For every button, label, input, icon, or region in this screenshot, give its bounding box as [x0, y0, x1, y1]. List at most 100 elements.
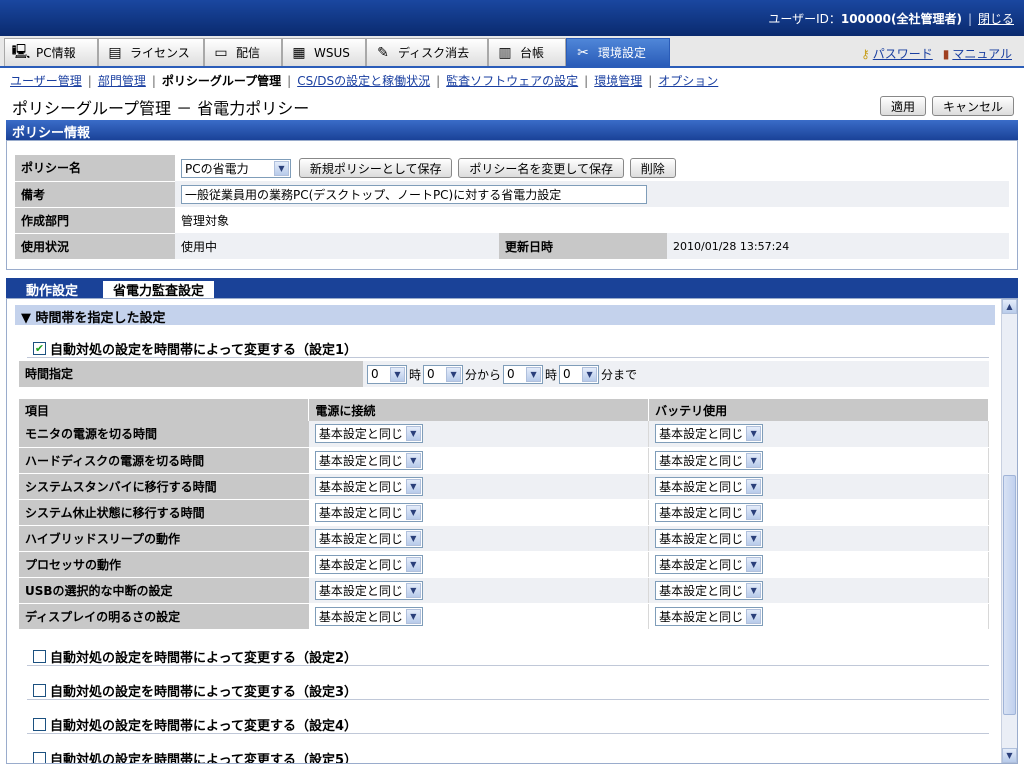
save-as-new-policy-button[interactable]: 新規ポリシーとして保存: [298, 158, 453, 178]
tab-wsus[interactable]: ▦ WSUS: [282, 38, 366, 66]
ac-power-select[interactable]: 基本設定と同じ ▼: [314, 606, 423, 626]
tab-label: WSUS: [314, 45, 350, 60]
apply-button[interactable]: 適用: [879, 96, 926, 116]
user-id-value: 100000(全社管理者): [840, 12, 962, 26]
power-settings-table: 項目 電源に接続 バッテリ使用 モニタの電源を切る時間 基本設定と同じ ▼ 基本設定と…: [19, 399, 989, 630]
time-spec-controls: 0 ▼ 時 0 ▼ 分から 0 ▼ 時 0 ▼ 分まで: [363, 361, 989, 387]
subnav-audit-software[interactable]: 監査ソフトウェアの設定: [446, 74, 578, 88]
scrollbar-thumb[interactable]: [1003, 475, 1016, 715]
ac-power-select[interactable]: 基本設定と同じ ▼: [314, 450, 423, 470]
battery-select[interactable]: 基本設定と同じ ▼: [655, 606, 764, 626]
ac-power-select[interactable]: 基本設定と同じ ▼: [314, 502, 423, 522]
policy-info-box: ポリシー名 PCの省電力 ▼ 新規ポリシーとして保存 ポリシー名を変更して保存 削…: [6, 140, 1018, 270]
ac-power-select[interactable]: 基本設定と同じ ▼: [314, 476, 423, 496]
setting5-checkbox-line[interactable]: 自動対処の設定を時間帯によって変更する（設定5）: [33, 749, 358, 764]
start-minute-select[interactable]: 0 ▼: [423, 364, 464, 384]
table-row: モニタの電源を切る時間 基本設定と同じ ▼ 基本設定と同じ ▼: [19, 421, 989, 448]
subnav-user-management[interactable]: ユーザー管理: [10, 74, 82, 88]
chevron-down-icon: ▼: [390, 366, 405, 382]
setting4-checkbox-line[interactable]: 自動対処の設定を時間帯によって変更する（設定4）: [33, 715, 357, 734]
updated-label: 更新日時: [499, 233, 667, 259]
chevron-down-icon: ▼: [274, 160, 289, 176]
right-links: ⚷ パスワード ▮ マニュアル: [861, 45, 1012, 62]
row-item-label: ハイブリッドスリープの動作: [19, 525, 309, 552]
note-row: 備考 一般従業員用の業務PC(デスクトップ、ノートPC)に対する省電力設定: [15, 181, 1009, 208]
delete-button[interactable]: 削除: [629, 158, 676, 178]
hour-unit-label: 時: [545, 367, 558, 382]
license-icon: ▤: [108, 44, 122, 61]
tab-license[interactable]: ▤ ライセンス: [98, 38, 204, 66]
ac-power-cell: 基本設定と同じ ▼: [308, 551, 650, 578]
battery-select[interactable]: 基本設定と同じ ▼: [655, 502, 764, 522]
setting5-label: 自動対処の設定を時間帯によって変更する（設定5）: [50, 753, 358, 764]
sub-navigation: ユーザー管理 | 部門管理 | ポリシーグループ管理 | CS/DSの設定と稼働状況 | 監査ソ…: [10, 72, 718, 88]
row-item-label: システム休止状態に移行する時間: [19, 499, 309, 526]
policy-name-select[interactable]: PCの省電力 ▼: [181, 158, 291, 178]
col-battery: バッテリ使用: [648, 399, 989, 421]
rename-save-button[interactable]: ポリシー名を変更して保存: [458, 158, 624, 178]
settings-panel: ▼ 時間帯を指定した設定 ✔ 自動対処の設定を時間帯によって変更する（設定1） 時…: [6, 298, 1018, 764]
col-item: 項目: [19, 399, 310, 421]
note-input[interactable]: 一般従業員用の業務PC(デスクトップ、ノートPC)に対する省電力設定: [181, 184, 647, 204]
start-hour-select[interactable]: 0 ▼: [367, 364, 407, 384]
end-minute-value: 0: [563, 367, 571, 381]
status-label: 使用状況: [15, 233, 175, 260]
subnav-cs-ds-settings[interactable]: CS/DSの設定と稼働状況: [297, 74, 430, 88]
setting5-checkbox[interactable]: [33, 752, 46, 763]
key-icon: ⚷: [860, 47, 870, 61]
note-cell: 一般従業員用の業務PC(デスクトップ、ノートPC)に対する省電力設定: [175, 181, 1009, 207]
tab-ledger[interactable]: ▥ 台帳: [488, 38, 566, 66]
table-row: システム休止状態に移行する時間 基本設定と同じ ▼ 基本設定と同じ ▼: [19, 499, 989, 526]
hour-unit-label: 時: [409, 367, 422, 382]
setting1-checkbox[interactable]: ✔: [33, 342, 46, 355]
manual-link-wrap[interactable]: ▮ マニュアル: [943, 45, 1012, 62]
scroll-down-icon[interactable]: ▼: [1002, 748, 1017, 763]
battery-cell: 基本設定と同じ ▼: [648, 603, 989, 630]
cancel-button[interactable]: キャンセル: [931, 96, 1014, 116]
battery-select[interactable]: 基本設定と同じ ▼: [655, 528, 764, 548]
setting4-checkbox[interactable]: [33, 718, 46, 731]
tab-settings[interactable]: ✂ 環境設定: [566, 38, 670, 66]
password-link[interactable]: パスワード: [873, 47, 933, 61]
end-minute-select[interactable]: 0 ▼: [559, 364, 600, 384]
close-link[interactable]: 閉じる: [978, 12, 1014, 26]
divider: [27, 699, 989, 700]
settings-tools-icon: ✂: [577, 44, 589, 61]
setting2-label: 自動対処の設定を時間帯によって変更する（設定2）: [50, 651, 358, 666]
setting2-checkbox[interactable]: [33, 650, 46, 663]
end-hour-select[interactable]: 0 ▼: [503, 364, 544, 384]
battery-select[interactable]: 基本設定と同じ ▼: [655, 554, 764, 574]
subnav-options[interactable]: オプション: [658, 74, 718, 88]
select-value: 基本設定と同じ: [318, 427, 403, 442]
battery-select[interactable]: 基本設定と同じ ▼: [655, 476, 764, 496]
setting1-checkbox-line[interactable]: ✔ 自動対処の設定を時間帯によって変更する（設定1）: [33, 339, 357, 358]
ac-power-select[interactable]: 基本設定と同じ ▼: [314, 580, 423, 600]
tab-delivery[interactable]: ▭ 配信: [204, 38, 282, 66]
subnav-dept-management[interactable]: 部門管理: [98, 74, 146, 88]
time-section-heading[interactable]: ▼ 時間帯を指定した設定: [15, 305, 995, 326]
ac-power-select[interactable]: 基本設定と同じ ▼: [314, 528, 423, 548]
battery-select[interactable]: 基本設定と同じ ▼: [655, 424, 764, 444]
tab-operation-settings[interactable]: 動作設定: [16, 280, 88, 299]
tab-power-audit-settings[interactable]: 省電力監査設定: [102, 280, 216, 299]
manual-link[interactable]: マニュアル: [952, 47, 1012, 61]
tab-disk-erase[interactable]: ✎ ディスク消去: [366, 38, 488, 66]
row-item-label: ディスプレイの明るさの設定: [19, 603, 309, 630]
separator: |: [151, 74, 156, 88]
ac-power-select[interactable]: 基本設定と同じ ▼: [314, 424, 423, 444]
dept-row: 作成部門 管理対象: [15, 207, 1009, 234]
main-tab-bar: 🖳 PC情報 ▤ ライセンス ▭ 配信 ▦ WSUS ✎ ディスク消去 ▥ 台帳 ✂ 環境設定…: [0, 36, 1024, 68]
battery-select[interactable]: 基本設定と同じ ▼: [655, 450, 764, 470]
battery-select[interactable]: 基本設定と同じ ▼: [655, 580, 764, 600]
setting3-checkbox-line[interactable]: 自動対処の設定を時間帯によって変更する（設定3）: [33, 681, 357, 700]
setting3-checkbox[interactable]: [33, 684, 46, 697]
tab-label: ディスク消去: [398, 46, 470, 60]
setting2-checkbox-line[interactable]: 自動対処の設定を時間帯によって変更する（設定2）: [33, 647, 357, 666]
subnav-environment[interactable]: 環境管理: [594, 74, 642, 88]
vertical-scrollbar[interactable]: ▲ ▼: [1001, 299, 1017, 763]
tab-pc-info[interactable]: 🖳 PC情報: [4, 38, 98, 66]
delivery-icon: ▭: [214, 44, 228, 61]
password-link-wrap[interactable]: ⚷ パスワード: [861, 45, 933, 62]
ac-power-select[interactable]: 基本設定と同じ ▼: [314, 554, 423, 574]
scroll-up-icon[interactable]: ▲: [1002, 299, 1017, 314]
